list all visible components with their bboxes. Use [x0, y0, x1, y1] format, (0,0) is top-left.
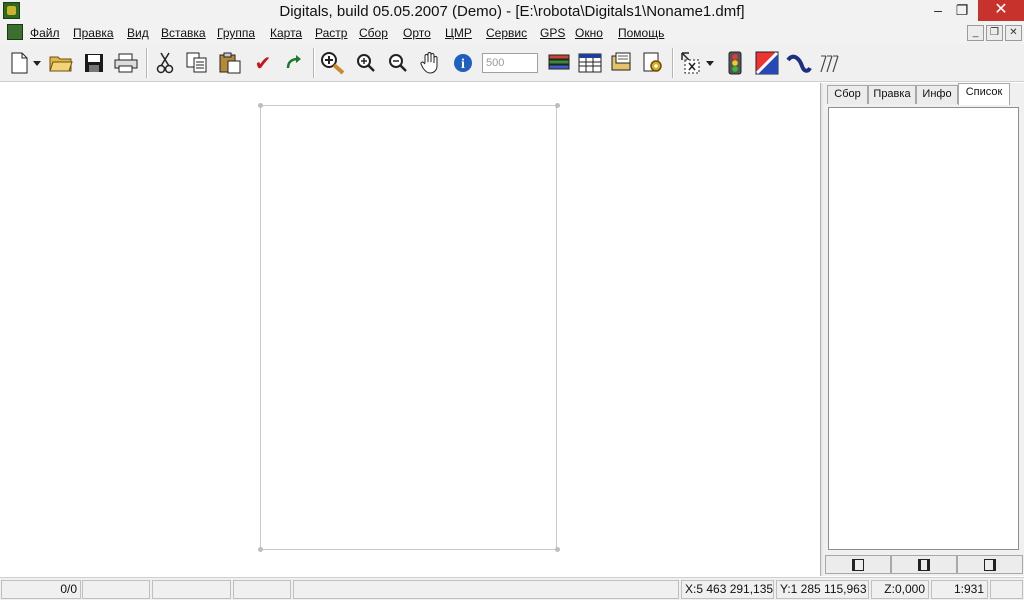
save-disk-icon[interactable] [81, 50, 107, 76]
arrows-icon[interactable] [818, 50, 844, 76]
tab-edit[interactable]: Правка [868, 85, 916, 104]
doc-close-button[interactable]: ✕ [1005, 25, 1022, 41]
menu-map[interactable]: Карта [270, 26, 302, 40]
doc-minimize-button[interactable]: _ [967, 25, 984, 41]
menu-ortho[interactable]: Орто [403, 26, 431, 40]
panel-right-button[interactable] [957, 555, 1023, 574]
panel-split-button[interactable] [891, 555, 957, 574]
new-document-icon[interactable] [6, 50, 32, 76]
status-field [82, 580, 150, 599]
panel-left-button[interactable] [825, 555, 891, 574]
table-icon[interactable] [577, 50, 603, 76]
title-bar: Digitals, build 05.05.2007 (Demo) - [E:\… [0, 0, 1024, 22]
status-field [990, 580, 1023, 599]
sheet-corner-handle [258, 547, 263, 552]
document-icon[interactable] [7, 24, 23, 40]
toolbar-separator [146, 48, 148, 78]
status-field [152, 580, 231, 599]
panel-split-icon [918, 558, 930, 571]
map-sheet-frame [260, 105, 557, 550]
scale-input[interactable] [482, 53, 538, 73]
status-count: 0/0 [1, 580, 81, 599]
doc-restore-button[interactable]: ❐ [986, 25, 1003, 41]
sheet-corner-handle [258, 103, 263, 108]
toolbar-separator [313, 48, 315, 78]
menu-file[interactable]: Файл [30, 26, 60, 40]
copy-icon[interactable] [184, 50, 210, 76]
cut-icon[interactable] [152, 50, 178, 76]
close-button[interactable]: ✕ [978, 0, 1024, 21]
panel-left-icon [852, 558, 864, 571]
open-folder-icon[interactable] [48, 50, 74, 76]
restore-button[interactable]: ❐ [952, 0, 972, 21]
window-title: Digitals, build 05.05.2007 (Demo) - [E:\… [279, 3, 745, 20]
menu-gps[interactable]: GPS [540, 26, 565, 40]
zoom-in-icon[interactable] [353, 50, 379, 76]
menu-raster[interactable]: Растр [315, 26, 347, 40]
object-list[interactable] [828, 107, 1019, 550]
traffic-light-icon[interactable] [722, 50, 748, 76]
status-field [233, 580, 291, 599]
minimize-button[interactable]: – [928, 0, 948, 21]
menu-service[interactable]: Сервис [486, 26, 527, 40]
sheet-corner-handle [555, 103, 560, 108]
status-scale: 1:931 [931, 580, 988, 599]
map-canvas[interactable] [0, 83, 820, 576]
dropdown-arrow-icon[interactable] [703, 50, 717, 76]
select-cross-icon[interactable] [678, 50, 704, 76]
pan-hand-icon[interactable] [418, 50, 444, 76]
menu-group[interactable]: Группа [217, 26, 255, 40]
menu-window[interactable]: Окно [575, 26, 603, 40]
zoom-tool-icon[interactable] [320, 50, 346, 76]
print-icon[interactable] [113, 50, 139, 76]
flag-icon[interactable] [754, 50, 780, 76]
layers-icon[interactable] [546, 50, 572, 76]
panel-right-icon [984, 558, 996, 571]
tab-list[interactable]: Список [958, 83, 1010, 105]
open-file-icon[interactable] [609, 50, 635, 76]
menu-collect[interactable]: Сбор [359, 26, 388, 40]
menu-bar: Файл Правка Вид Вставка Группа Карта Рас… [0, 22, 1024, 44]
toolbar: ✔ i [0, 44, 1024, 82]
status-z-coordinate: Z:0,000 [871, 580, 929, 599]
menu-dem[interactable]: ЦМР [445, 26, 472, 40]
check-icon[interactable]: ✔ [250, 50, 276, 76]
curve-icon[interactable] [786, 50, 812, 76]
svg-text:i: i [461, 57, 465, 72]
side-panel: Сбор Правка Инфо Список [823, 83, 1024, 576]
status-x-coordinate: X:5 463 291,135 [681, 580, 774, 599]
tab-collect[interactable]: Сбор [827, 85, 868, 104]
sheet-corner-handle [555, 547, 560, 552]
status-bar: 0/0 X:5 463 291,135 Y:1 285 115,963 Z:0,… [0, 577, 1024, 600]
menu-view[interactable]: Вид [127, 26, 149, 40]
status-message [293, 580, 679, 599]
status-y-coordinate: Y:1 285 115,963 [776, 580, 869, 599]
redo-icon[interactable] [281, 50, 307, 76]
menu-insert[interactable]: Вставка [161, 26, 206, 40]
gear-settings-icon[interactable] [640, 50, 666, 76]
paste-icon[interactable] [217, 50, 243, 76]
dropdown-arrow-icon[interactable] [30, 50, 44, 76]
info-icon[interactable]: i [450, 50, 476, 76]
zoom-out-icon[interactable] [385, 50, 411, 76]
menu-help[interactable]: Помощь [618, 26, 664, 40]
menu-edit[interactable]: Правка [73, 26, 114, 40]
toolbar-separator [672, 48, 674, 78]
tab-info[interactable]: Инфо [916, 85, 958, 104]
